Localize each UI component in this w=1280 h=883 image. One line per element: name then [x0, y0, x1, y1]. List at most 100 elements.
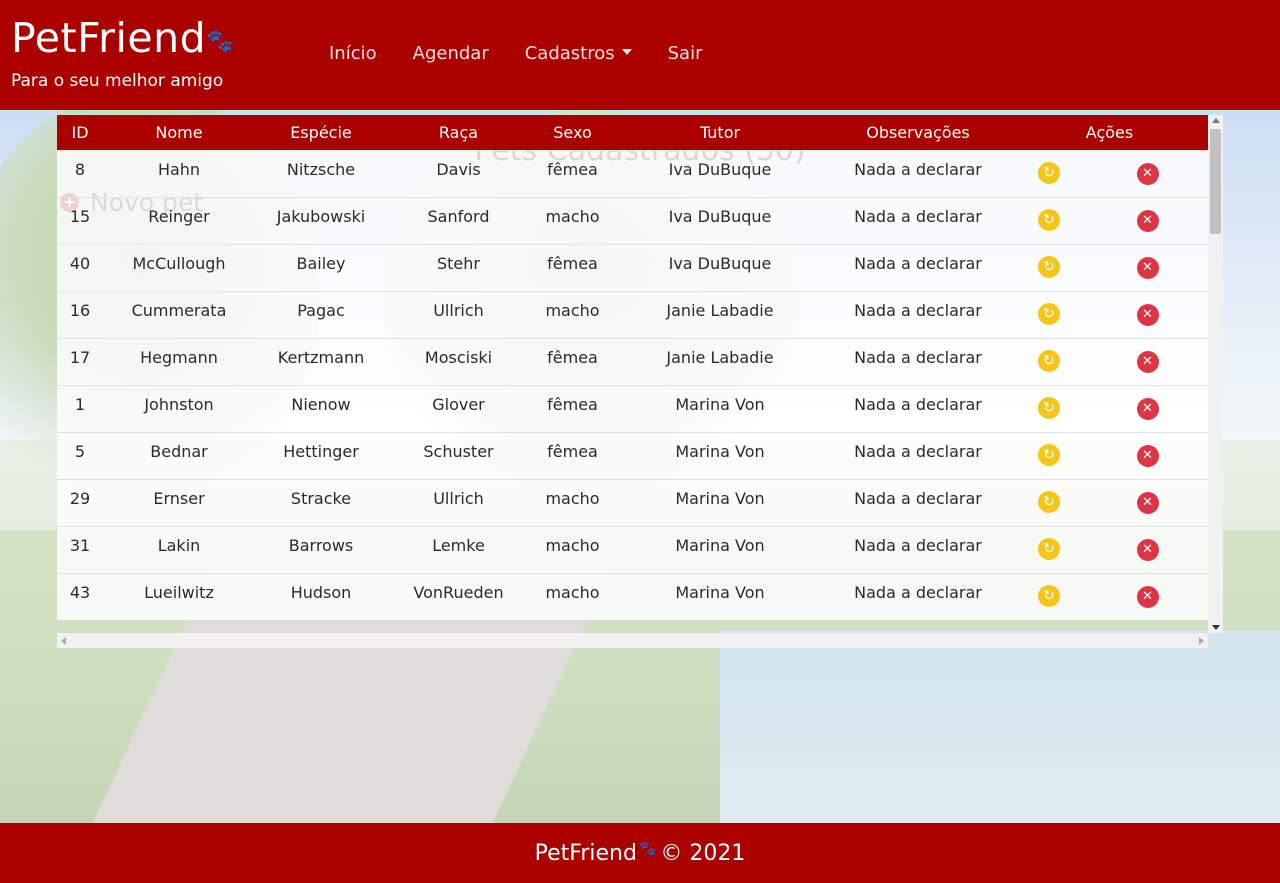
refresh-icon[interactable]: ↻ [1038, 208, 1060, 231]
cell-raca: Davis [436, 159, 481, 179]
refresh-icon[interactable]: ↻ [1038, 584, 1060, 607]
cell-edit-action: ↻ [1011, 150, 1087, 197]
brand-title[interactable]: PetFriend🐾 [11, 10, 234, 66]
close-icon[interactable]: ✕ [1136, 256, 1159, 279]
refresh-icon[interactable]: ↻ [1038, 443, 1060, 466]
main-nav: Início Agendar Cadastros Sair [311, 40, 720, 68]
column-header-especie: Espécie [255, 115, 387, 150]
cell-delete-action: ✕ [1087, 291, 1208, 338]
cell-id: 29 [69, 488, 91, 508]
brand[interactable]: PetFriend🐾 Para o seu melhor amigo [11, 10, 234, 91]
refresh-icon[interactable]: ↻ [1038, 537, 1060, 560]
cell-raca: Ullrich [433, 488, 484, 508]
cell-raca: Schuster [423, 441, 494, 461]
cell-edit-action: ↻ [1011, 197, 1087, 244]
nav-item-sair[interactable]: Sair [650, 40, 721, 68]
cell-sexo: fêmea [547, 441, 598, 461]
brand-title-text[interactable]: PetFriend [11, 14, 206, 62]
nav-item-agendar[interactable]: Agendar [395, 40, 507, 68]
cell-especie: Hudson [290, 582, 352, 602]
close-icon[interactable]: ✕ [1136, 397, 1159, 420]
refresh-icon[interactable]: ↻ [1038, 490, 1060, 513]
refresh-icon[interactable]: ↻ [1038, 396, 1060, 419]
refresh-icon[interactable]: ↻ [1038, 255, 1060, 278]
cell-observacoes: Nada a declarar [854, 300, 982, 320]
close-icon[interactable]: ✕ [1136, 491, 1159, 514]
refresh-icon[interactable]: ↻ [1038, 302, 1060, 325]
nav-item-inicio[interactable]: Início [311, 40, 395, 68]
cell-observacoes: Nada a declarar [854, 441, 982, 461]
scroll-up-icon[interactable] [1212, 118, 1220, 123]
close-icon[interactable]: ✕ [1136, 303, 1159, 326]
brand-subtitle: Para o seu melhor amigo [11, 71, 224, 91]
cell-edit-action: ↻ [1011, 385, 1087, 432]
scrollbar-thumb[interactable] [1210, 129, 1221, 234]
cell-edit-action: ↻ [1011, 573, 1087, 620]
cell-observacoes: Nada a declarar [854, 253, 982, 273]
cell-sexo: macho [545, 300, 600, 320]
cell-id: 17 [69, 347, 91, 367]
close-icon[interactable]: ✕ [1136, 444, 1159, 467]
refresh-icon[interactable]: ↻ [1038, 349, 1060, 372]
cell-raca: Mosciski [424, 347, 493, 367]
cell-nome: Lueilwitz [144, 582, 214, 602]
cell-sexo: macho [545, 582, 600, 602]
cell-raca: Glover [432, 394, 485, 414]
cell-raca: Ullrich [433, 300, 484, 320]
cell-delete-action: ✕ [1087, 573, 1208, 620]
scroll-down-icon[interactable] [1212, 625, 1220, 630]
cell-especie: Nienow [291, 394, 351, 414]
cell-tutor: Marina Von [675, 535, 765, 555]
cell-edit-action: ↻ [1011, 526, 1087, 573]
table-row: 8 Hahn Nitzsche Davis fêmea Iva DuBuque Nada a… [57, 150, 1208, 197]
cell-id: 1 [74, 394, 86, 414]
scroll-left-icon[interactable] [61, 637, 66, 645]
column-header-sexo: Sexo [530, 115, 615, 150]
close-icon[interactable]: ✕ [1136, 350, 1159, 373]
cell-sexo: macho [545, 535, 600, 555]
refresh-icon[interactable]: ↻ [1038, 161, 1060, 184]
close-icon[interactable]: ✕ [1136, 162, 1159, 185]
scroll-right-icon[interactable] [1199, 637, 1204, 645]
nav-item-cadastros[interactable]: Cadastros [507, 40, 650, 68]
cell-nome: Hegmann [140, 347, 218, 367]
cell-especie: Hettinger [283, 441, 359, 461]
close-icon[interactable]: ✕ [1136, 585, 1159, 608]
column-header-tutor: Tutor [615, 115, 825, 150]
navbar: PetFriend🐾 Para o seu melhor amigo Iníci… [0, 0, 1280, 110]
footer-brand: PetFriend [534, 840, 637, 866]
cell-raca: Stehr [437, 253, 480, 273]
table-row: 1 Johnston Nienow Glover fêmea Marina Von Nada… [57, 385, 1208, 432]
pets-table-container: ID Nome Espécie Raça Sexo Tutor Observaç… [57, 115, 1223, 648]
cell-especie: Kertzmann [277, 347, 365, 367]
cell-edit-action: ↻ [1011, 244, 1087, 291]
cell-nome: Ernser [153, 488, 205, 508]
column-header-raca: Raça [387, 115, 530, 150]
cell-tutor: Marina Von [675, 488, 765, 508]
paw-icon: 🐾 [206, 29, 235, 54]
cell-tutor: Janie Labadie [666, 347, 774, 367]
cell-id: 31 [69, 535, 91, 555]
cell-delete-action: ✕ [1087, 432, 1208, 479]
table-row: 16 Cummerata Pagac Ullrich macho Janie Labadi… [57, 291, 1208, 338]
horizontal-scrollbar[interactable] [57, 633, 1208, 648]
cell-raca: VonRueden [413, 582, 504, 602]
cell-tutor: Marina Von [675, 582, 765, 602]
column-header-id: ID [57, 115, 103, 150]
cell-observacoes: Nada a declarar [854, 535, 982, 555]
close-icon[interactable]: ✕ [1136, 209, 1159, 232]
cell-sexo: fêmea [547, 347, 598, 367]
close-icon[interactable]: ✕ [1136, 538, 1159, 561]
nav-item-cadastros-label[interactable]: Cadastros [525, 43, 615, 64]
cell-tutor: Janie Labadie [666, 300, 774, 320]
cell-especie: Barrows [288, 535, 354, 555]
cell-sexo: fêmea [547, 253, 598, 273]
cell-delete-action: ✕ [1087, 244, 1208, 291]
cell-tutor: Iva DuBuque [668, 253, 772, 273]
cell-sexo: fêmea [547, 394, 598, 414]
table-body: 8 Hahn Nitzsche Davis fêmea Iva DuBuque Nada a… [57, 150, 1208, 620]
vertical-scrollbar[interactable] [1208, 115, 1223, 633]
cell-delete-action: ✕ [1087, 150, 1208, 197]
chevron-down-icon[interactable] [621, 49, 632, 55]
cell-nome: Reinger [148, 206, 210, 226]
